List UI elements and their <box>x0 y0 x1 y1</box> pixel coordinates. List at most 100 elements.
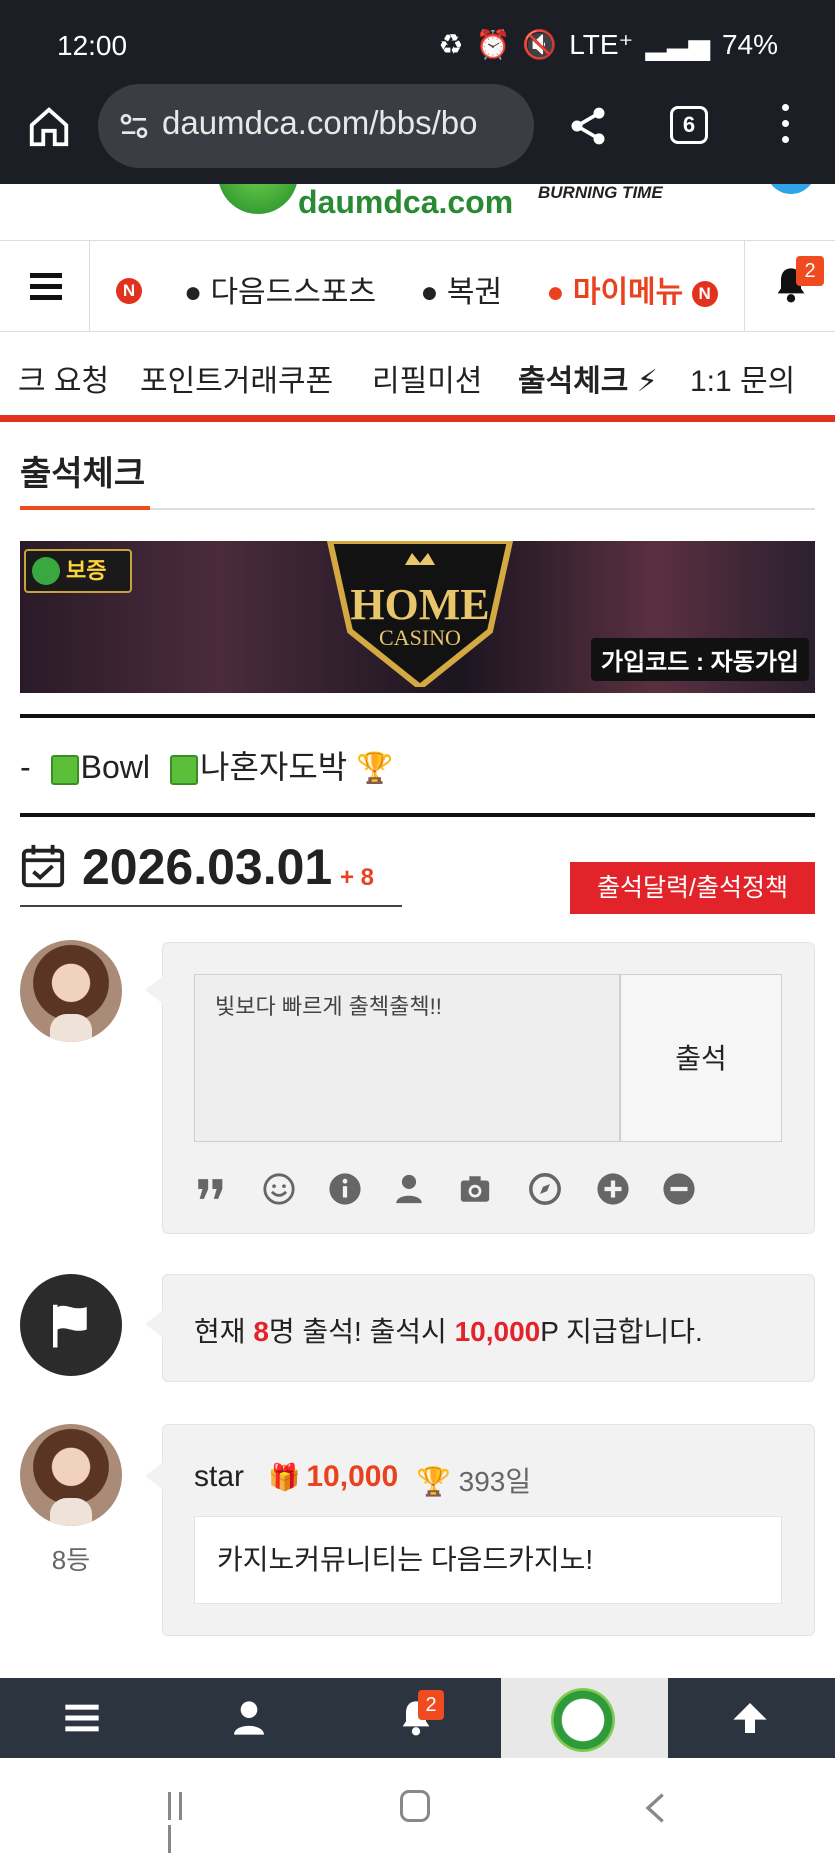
site-logo[interactable]: daumdca.com <box>298 184 513 221</box>
nav-item-mymenu-label: ● 마이메뉴 <box>546 276 684 309</box>
ad-banner[interactable]: 보증 HOME CASINO 가입코드 : 자동가입 <box>20 541 815 693</box>
banner-brand: HOME <box>350 580 490 629</box>
new-badge: N <box>691 281 718 308</box>
trophy-icon: 🏆 <box>416 1466 451 1497</box>
gift-icon: 🎁 <box>268 1462 301 1492</box>
site-settings-icon[interactable] <box>118 110 150 142</box>
profile-icon[interactable] <box>766 184 816 194</box>
card-pointer <box>145 976 163 1004</box>
entry-username[interactable]: star <box>194 1460 244 1494</box>
attendance-calendar-button[interactable]: 출석달력/출석정책 <box>570 862 815 914</box>
clock: 12:00 <box>57 30 128 61</box>
ticker-prefix: - <box>20 749 31 785</box>
notifications-button[interactable] <box>744 241 835 331</box>
entry-comment: 카지노커뮤니티는 다음드카지노! <box>194 1516 782 1604</box>
back-icon[interactable] <box>640 1790 672 1826</box>
subnav-item-request[interactable]: 크 요청 <box>18 356 109 400</box>
date-underline <box>20 905 402 907</box>
banner-brand-sub: CASINO <box>379 625 461 650</box>
casino-logo-icon <box>551 1688 615 1752</box>
nav-item-mymenu[interactable]: ● 마이메뉴 N <box>546 276 718 309</box>
bottom-profile-button[interactable] <box>167 1678 333 1758</box>
nav-item-lottery[interactable]: ● 복권 <box>420 276 502 309</box>
nav-item-sports[interactable]: ● 다음드스포츠 <box>184 276 376 309</box>
partner-logo[interactable]: BURNING TIME <box>538 184 663 202</box>
status-icons: ♻ ⏰ 🔇 LTE⁺ ▂▃▅ 74% <box>438 28 778 61</box>
card-pointer <box>145 1462 163 1490</box>
subnav-item-attendance-label: 출석체크 <box>518 365 629 398</box>
menu-icon <box>65 1704 99 1732</box>
camera-icon[interactable] <box>458 1172 492 1206</box>
warranty-label: 보증 <box>66 558 107 583</box>
attendance-notice: 현재 8명 출석! 출석시 10,000P 지급합니다. <box>194 1310 703 1350</box>
comment-input[interactable]: 빛보다 빠르게 출첵출첵!! <box>194 974 620 1142</box>
lightning-icon: ⚡ <box>636 365 658 398</box>
system-nav-bar <box>0 1758 835 1856</box>
home-button-icon[interactable] <box>400 1790 430 1822</box>
arrow-up-icon <box>733 1703 767 1733</box>
plus-circle-icon[interactable] <box>596 1172 630 1206</box>
ticker-item[interactable]: Bowl <box>81 749 150 785</box>
info-icon[interactable] <box>328 1172 362 1206</box>
entry-points-value: 10,000 <box>306 1460 399 1493</box>
quote-icon[interactable] <box>194 1172 228 1206</box>
reward-points: 10,000 <box>454 1316 541 1347</box>
new-badge: N <box>116 278 142 304</box>
flag-avatar <box>20 1274 122 1376</box>
emoji-icon[interactable] <box>262 1172 296 1206</box>
bottom-nav <box>0 1678 835 1758</box>
notification-count-badge: 2 <box>796 256 824 286</box>
page-title: 출석체크 <box>20 455 146 493</box>
attend-submit-button[interactable]: 출석 <box>620 974 782 1142</box>
divider <box>20 813 815 817</box>
site-header: daumdca.com BURNING TIME <box>0 184 835 240</box>
notice-text-pre: 현재 <box>194 1316 254 1347</box>
user-icon[interactable] <box>392 1172 426 1206</box>
calendar-check-icon <box>21 844 65 888</box>
bottom-notifications-button[interactable] <box>334 1678 500 1758</box>
subnav-item-inquiry[interactable]: 1:1 문의 <box>690 356 795 400</box>
ticker-item[interactable]: 나혼자도박 <box>200 749 347 785</box>
card-pointer <box>145 1310 163 1338</box>
status-bar: 12:00 ♻ ⏰ 🔇 LTE⁺ ▂▃▅ 74% <box>0 0 835 92</box>
more-menu-icon[interactable] <box>780 104 790 148</box>
alarm-icon: ⏰ <box>475 29 511 60</box>
entry-days-value: 393일 <box>458 1466 532 1497</box>
bottom-home-logo[interactable] <box>501 1678 668 1758</box>
url-text[interactable]: daumdca.com/bbs/bo <box>162 104 524 142</box>
signal-icon: ▂▃▅ <box>645 29 710 60</box>
subnav-item-point-coupon[interactable]: 포인트거래쿠폰 <box>140 356 333 400</box>
address-bar[interactable]: daumdca.com/bbs/bo <box>98 84 534 168</box>
recent-apps-icon[interactable] <box>168 1792 198 1853</box>
avatar[interactable] <box>20 940 122 1042</box>
notice-text-post: P 지급합니다. <box>540 1316 703 1347</box>
flag-icon <box>53 1304 87 1348</box>
minus-circle-icon[interactable] <box>662 1172 696 1206</box>
warranty-badge: 보증 <box>24 549 132 593</box>
ticker[interactable]: - Bowl 나혼자도박 🏆 <box>20 742 393 788</box>
nav-items: ● 다음드스포츠 ● 복권 ● 마이메뉴 N <box>184 267 754 311</box>
document-icon <box>170 754 199 785</box>
subnav-item-attendance[interactable]: 출석체크 ⚡ <box>518 356 658 400</box>
mute-icon: 🔇 <box>522 29 558 60</box>
menu-icon[interactable] <box>0 241 90 331</box>
entry-points: 🎁 10,000 <box>268 1460 398 1494</box>
user-icon <box>234 1701 264 1735</box>
home-icon[interactable] <box>26 104 72 150</box>
divider <box>20 714 815 718</box>
bottom-menu-button[interactable] <box>0 1678 166 1758</box>
attendance-date: 2026.03.01 <box>82 839 333 895</box>
shield-icon <box>32 557 60 585</box>
subnav-item-refill-mission[interactable]: 리필미션 <box>372 356 482 400</box>
signup-code-label: 가입코드 : 자동가입 <box>591 638 809 681</box>
scroll-top-button[interactable] <box>668 1678 834 1758</box>
sync-icon: ♻ <box>438 29 464 60</box>
sub-nav: 크 요청 포인트거래쿠폰 리필미션 출석체크 ⚡ 1:1 문의 <box>0 332 835 422</box>
tab-switcher-button[interactable]: 6 <box>670 106 708 144</box>
site-logo-emblem[interactable] <box>218 184 298 214</box>
share-icon[interactable] <box>566 104 610 148</box>
avatar[interactable] <box>20 1424 122 1526</box>
compass-icon[interactable] <box>528 1172 562 1206</box>
document-icon <box>50 754 79 785</box>
notice-text-mid: 명 출석! 출석시 <box>268 1316 455 1347</box>
